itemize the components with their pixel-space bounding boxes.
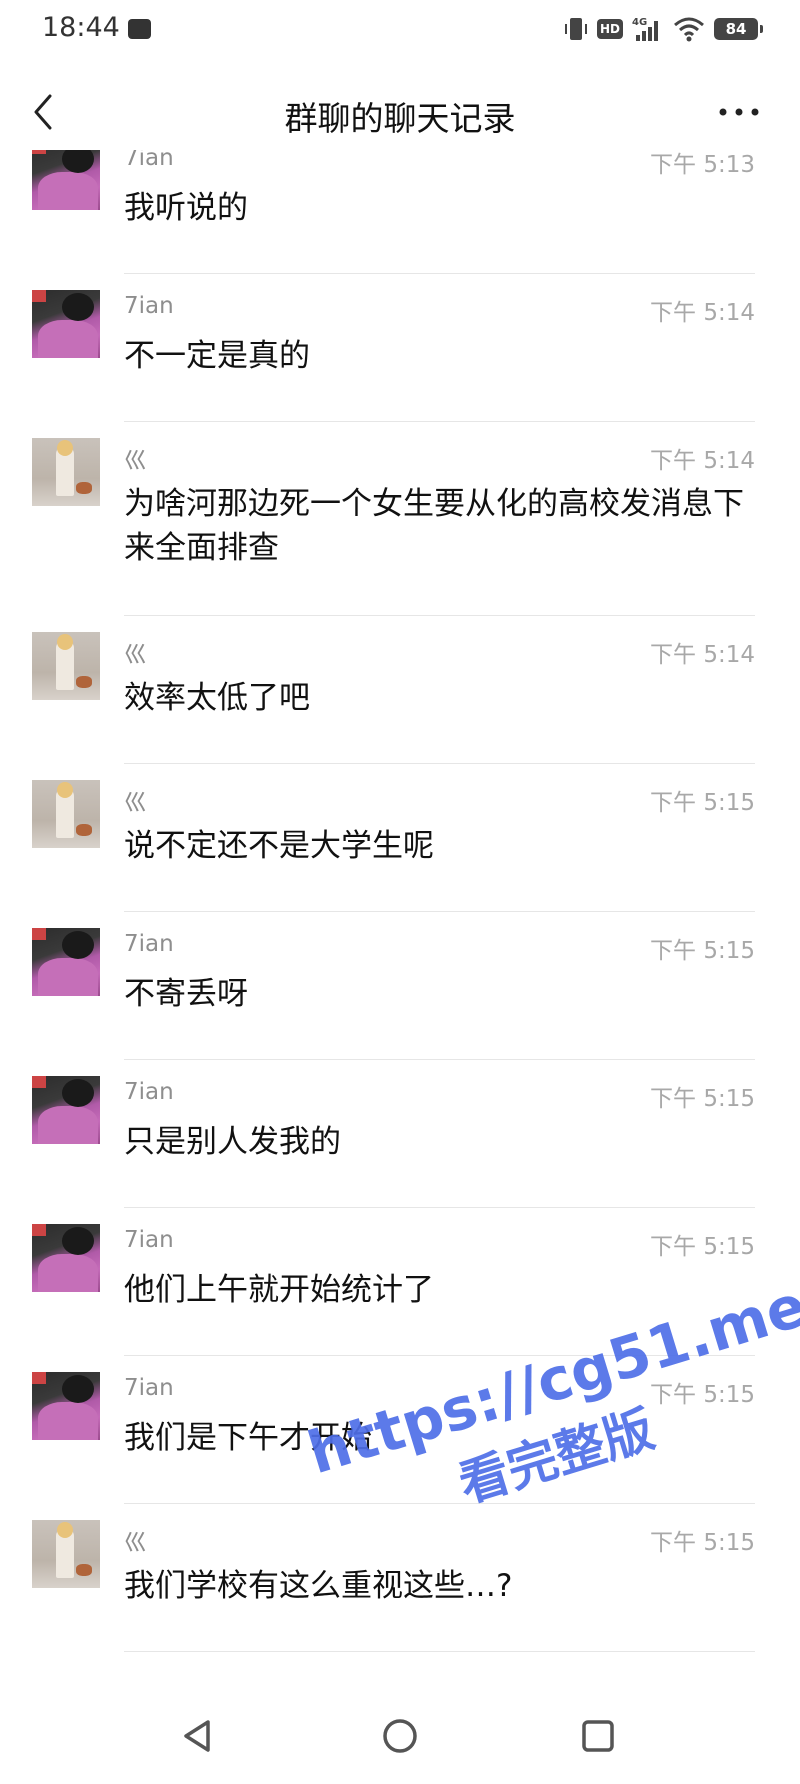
pink-jacket-avatar[interactable]: [32, 1372, 100, 1440]
message-divider: [124, 763, 755, 764]
pink-jacket-avatar[interactable]: [32, 1224, 100, 1292]
pink-jacket-avatar[interactable]: [32, 290, 100, 358]
message-text: 效率太低了吧: [124, 680, 310, 716]
message-item[interactable]: 巛 下午 5:14 为啥河那边死一个女生要从化的高校发消息下来全面排查: [0, 438, 800, 632]
status-bar: 18:44 HD 4G 84: [0, 0, 800, 62]
pink-jacket-avatar[interactable]: [32, 1076, 100, 1144]
message-list[interactable]: 7ian 下午 5:13 我听说的 7ian 下午 5:14 不一定是真的 巛 …: [0, 150, 800, 1660]
status-icons: HD 4G 84: [564, 15, 763, 43]
wifi-icon: [674, 17, 704, 42]
sender-name: 巛: [124, 448, 147, 474]
vibrate-icon: [565, 18, 587, 40]
message-item[interactable]: 巛 下午 5:15 说不定还不是大学生呢: [0, 780, 800, 928]
message-divider: [124, 1059, 755, 1060]
message-time: 下午 5:15: [650, 1234, 755, 1260]
message-time: 下午 5:14: [650, 448, 755, 474]
message-item[interactable]: 7ian 下午 5:15 只是别人发我的: [0, 1076, 800, 1224]
message-time: 下午 5:14: [650, 642, 755, 668]
notification-app-icon: [128, 19, 151, 39]
signal-icon: 4G: [632, 17, 658, 41]
message-item[interactable]: 7ian 下午 5:15 他们上午就开始统计了: [0, 1224, 800, 1372]
message-divider: [124, 615, 755, 616]
sender-name: 7ian: [124, 1375, 174, 1401]
message-divider: [124, 273, 755, 274]
circle-home-icon[interactable]: [378, 1714, 422, 1758]
triangle-back-icon[interactable]: [176, 1714, 220, 1758]
message-text: 我们是下午才开始: [124, 1420, 372, 1456]
message-text: 我听说的: [124, 190, 248, 226]
message-time: 下午 5:14: [650, 300, 755, 326]
status-time: 18:44: [42, 12, 120, 43]
message-time: 下午 5:13: [650, 152, 755, 178]
sender-name: 7ian: [124, 1227, 174, 1253]
sender-name: 巛: [124, 642, 147, 668]
message-divider: [124, 911, 755, 912]
message-text: 我们学校有这么重视这些…?: [124, 1568, 513, 1604]
message-text: 只是别人发我的: [124, 1124, 341, 1160]
pink-jacket-avatar[interactable]: [32, 928, 100, 996]
sender-name: 7ian: [124, 150, 174, 171]
message-time: 下午 5:15: [650, 1382, 755, 1408]
sender-name: 7ian: [124, 931, 174, 957]
message-text: 不一定是真的: [124, 338, 310, 374]
battery-icon: 84: [714, 18, 763, 40]
message-text: 为啥河那边死一个女生要从化的高校发消息下来全面排查: [124, 486, 744, 566]
message-divider: [124, 1355, 755, 1356]
message-item[interactable]: 7ian 下午 5:15 我们是下午才开始: [0, 1372, 800, 1520]
header: 群聊的聊天记录: [0, 74, 800, 150]
message-divider: [124, 1207, 755, 1208]
message-divider: [124, 421, 755, 422]
message-text: 不寄丢呀: [124, 976, 248, 1012]
saint-painting-avatar[interactable]: [32, 438, 100, 506]
message-divider: [124, 1651, 755, 1652]
pink-jacket-avatar[interactable]: [32, 150, 100, 210]
square-recents-icon[interactable]: [576, 1714, 620, 1758]
message-text: 说不定还不是大学生呢: [124, 828, 434, 864]
message-item[interactable]: 7ian 下午 5:13 我听说的: [0, 150, 800, 290]
more-options-icon[interactable]: [716, 102, 762, 122]
message-item[interactable]: 巛 下午 5:15 我们学校有这么重视这些…?: [0, 1520, 800, 1660]
message-item[interactable]: 巛 下午 5:14 效率太低了吧: [0, 632, 800, 780]
sender-name: 巛: [124, 1530, 147, 1556]
system-nav-bar: [0, 1700, 800, 1784]
saint-painting-avatar[interactable]: [32, 780, 100, 848]
message-time: 下午 5:15: [650, 790, 755, 816]
message-item[interactable]: 7ian 下午 5:14 不一定是真的: [0, 290, 800, 438]
page-title: 群聊的聊天记录: [284, 99, 516, 138]
saint-painting-avatar[interactable]: [32, 1520, 100, 1588]
network-type-label: 4G: [632, 17, 647, 28]
saint-painting-avatar[interactable]: [32, 632, 100, 700]
sender-name: 7ian: [124, 293, 174, 319]
message-divider: [124, 1503, 755, 1504]
message-text: 他们上午就开始统计了: [124, 1272, 434, 1308]
message-time: 下午 5:15: [650, 1530, 755, 1556]
sender-name: 巛: [124, 790, 147, 816]
message-item[interactable]: 7ian 下午 5:15 不寄丢呀: [0, 928, 800, 1076]
message-time: 下午 5:15: [650, 938, 755, 964]
hd-icon: HD: [597, 19, 623, 39]
sender-name: 7ian: [124, 1079, 174, 1105]
message-time: 下午 5:15: [650, 1086, 755, 1112]
